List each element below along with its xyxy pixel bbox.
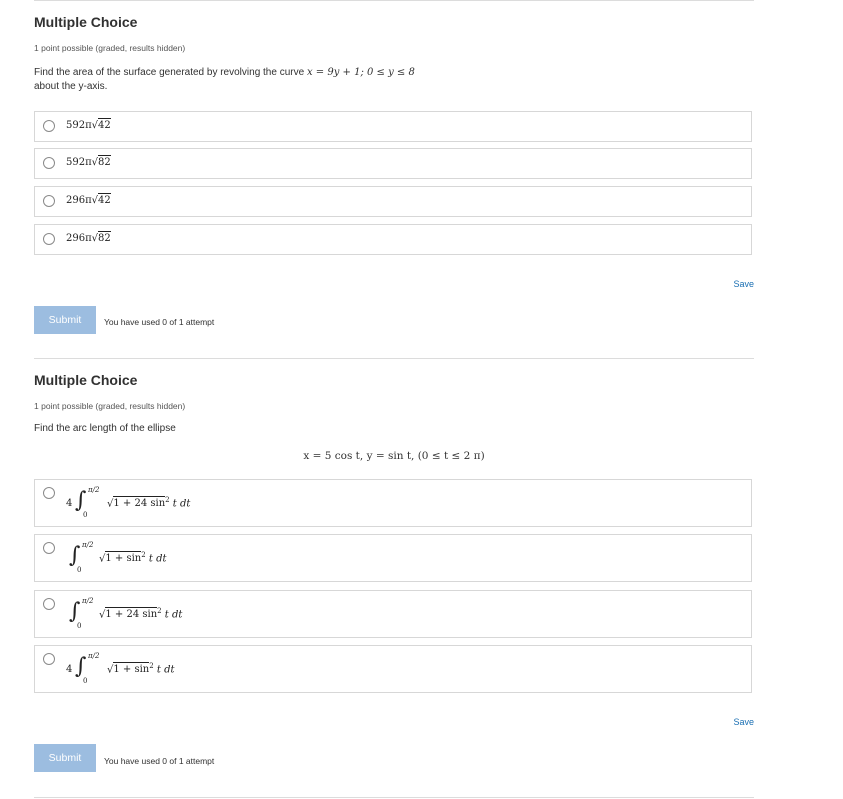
question-text: Find the area of the surface generated b… xyxy=(34,66,494,94)
attempts-text: You have used 0 of 1 attempt xyxy=(104,317,215,327)
choice-label: 592π√42 xyxy=(66,118,111,131)
problem-1: Multiple Choice 1 point possible (graded… xyxy=(34,14,754,344)
submit-button[interactable]: Submit xyxy=(34,306,96,334)
integral-coefficient: 4 xyxy=(66,498,73,509)
choice-4[interactable]: 4 ∫ π/2 0 √1 + sin2 t dt xyxy=(34,645,752,693)
question-math: x = 9y + 1; 0 ≤ y ≤ 8 xyxy=(306,67,415,78)
integrand: √1 + 24 sin2 t dt xyxy=(107,496,191,510)
question-text-part: about the y-axis. xyxy=(34,81,108,92)
integral-coefficient: 4 xyxy=(66,664,73,675)
integrand-radicand: 1 + 24 sin xyxy=(113,496,166,510)
choice-radicand: 82 xyxy=(98,155,111,168)
integrand: √1 + 24 sin2 t dt xyxy=(99,607,183,621)
integral-lower-bound: 0 xyxy=(77,622,82,630)
choice-radicand: 42 xyxy=(98,193,111,206)
choice-integral: 4 ∫ π/2 0 √1 + sin2 t dt xyxy=(66,646,366,694)
problem-title: Multiple Choice xyxy=(34,14,138,30)
save-link[interactable]: Save xyxy=(733,279,754,289)
choice-2[interactable]: ∫ π/2 0 √1 + sin2 t dt xyxy=(34,534,752,582)
choice-2[interactable]: 592π√82 xyxy=(34,148,752,179)
bottom-divider xyxy=(34,797,754,798)
integrand-tail: t dt xyxy=(161,609,183,621)
question-text: Find the arc length of the ellipse xyxy=(34,423,176,434)
integral-sign: ∫ xyxy=(75,654,87,679)
integrand: √1 + sin2 t dt xyxy=(99,551,167,565)
top-divider xyxy=(34,0,754,1)
problem-2: Multiple Choice 1 point possible (graded… xyxy=(34,372,754,792)
question-text-part: Find the area of the surface generated b… xyxy=(34,67,305,78)
integral-upper-bound: π/2 xyxy=(88,486,100,494)
integral-sign: ∫ xyxy=(69,599,81,624)
problem-meta: 1 point possible (graded, results hidden… xyxy=(34,401,186,411)
choice-label: 296π√42 xyxy=(66,193,111,206)
save-link[interactable]: Save xyxy=(733,717,754,727)
integrand-radicand: 1 + sin xyxy=(105,551,142,565)
choice-coef: 592π xyxy=(66,120,92,131)
choice-3[interactable]: ∫ π/2 0 √1 + 24 sin2 t dt xyxy=(34,590,752,638)
problem-meta: 1 point possible (graded, results hidden… xyxy=(34,43,186,53)
radio-button[interactable] xyxy=(43,598,55,610)
integral-upper-bound: π/2 xyxy=(88,652,100,660)
choice-3[interactable]: 296π√42 xyxy=(34,186,752,217)
radio-button[interactable] xyxy=(43,542,55,554)
choice-1[interactable]: 4 ∫ π/2 0 √1 + 24 sin2 t dt xyxy=(34,479,752,527)
radio-button[interactable] xyxy=(43,653,55,665)
integral-lower-bound: 0 xyxy=(83,511,88,519)
choice-integral: ∫ π/2 0 √1 + 24 sin2 t dt xyxy=(66,591,366,639)
integral-lower-bound: 0 xyxy=(83,677,88,685)
integral-upper-bound: π/2 xyxy=(82,597,94,605)
problem-title: Multiple Choice xyxy=(34,372,138,388)
integral-lower-bound: 0 xyxy=(77,566,82,574)
section-divider xyxy=(34,358,754,359)
attempts-text: You have used 0 of 1 attempt xyxy=(104,756,215,766)
integrand: √1 + sin2 t dt xyxy=(107,662,175,676)
radio-button[interactable] xyxy=(43,233,55,245)
choice-integral: ∫ π/2 0 √1 + sin2 t dt xyxy=(66,535,366,583)
choice-label: 296π√82 xyxy=(66,231,111,244)
radio-button[interactable] xyxy=(43,487,55,499)
choice-1[interactable]: 592π√42 xyxy=(34,111,752,142)
choice-label: 592π√82 xyxy=(66,155,111,168)
integrand-tail: t dt xyxy=(153,664,175,676)
submit-button[interactable]: Submit xyxy=(34,744,96,772)
integrand-radicand: 1 + 24 sin xyxy=(105,607,158,621)
choice-coef: 296π xyxy=(66,233,92,244)
choice-integral: 4 ∫ π/2 0 √1 + 24 sin2 t dt xyxy=(66,480,366,528)
radio-button[interactable] xyxy=(43,157,55,169)
choice-coef: 296π xyxy=(66,195,92,206)
integrand-tail: t dt xyxy=(145,553,167,565)
radio-button[interactable] xyxy=(43,195,55,207)
integral-sign: ∫ xyxy=(75,488,87,513)
choice-coef: 592π xyxy=(66,157,92,168)
choice-radicand: 42 xyxy=(98,118,111,131)
question-math: x = 5 cos t, y = sin t, (0 ≤ t ≤ 2 π) xyxy=(303,450,485,462)
integrand-tail: t dt xyxy=(169,498,191,510)
radio-button[interactable] xyxy=(43,120,55,132)
choice-4[interactable]: 296π√82 xyxy=(34,224,752,255)
integral-upper-bound: π/2 xyxy=(82,541,94,549)
integral-sign: ∫ xyxy=(69,543,81,568)
integrand-radicand: 1 + sin xyxy=(113,662,150,676)
choice-radicand: 82 xyxy=(98,231,111,244)
